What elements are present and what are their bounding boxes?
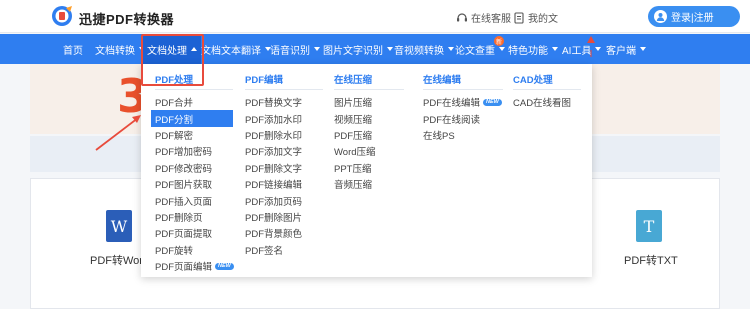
top-header: 迅捷PDF转换器 在线客服 我的文 登录|注册 bbox=[0, 0, 750, 33]
nav-home-label: 首页 bbox=[63, 45, 83, 57]
nav-speech-recognition[interactable]: 语音识别 bbox=[270, 34, 320, 64]
new-badge: NEW bbox=[483, 98, 502, 106]
new-badge: 新 bbox=[494, 36, 504, 46]
column-online-edit: 在线编辑 PDF在线编辑 NEW PDF在线阅读 在线PS bbox=[423, 72, 503, 143]
menu-item-pdf-remove-watermark[interactable]: PDF删除水印 bbox=[245, 127, 323, 143]
document-icon bbox=[514, 11, 524, 24]
menu-item-image-compress[interactable]: 图片压缩 bbox=[334, 94, 404, 110]
menu-item-video-compress[interactable]: 视频压缩 bbox=[334, 110, 404, 126]
user-icon bbox=[654, 10, 667, 23]
chevron-down-icon bbox=[640, 47, 646, 51]
my-files-label: 我的文 bbox=[528, 14, 558, 25]
menu-item-pdf-add-password[interactable]: PDF增加密码 bbox=[155, 143, 233, 159]
word-icon[interactable]: W bbox=[106, 210, 132, 242]
menu-item-audio-compress[interactable]: 音频压缩 bbox=[334, 176, 404, 192]
menu-item-pdf-link-edit[interactable]: PDF链接编辑 bbox=[245, 176, 323, 192]
column-heading: 在线压缩 bbox=[334, 72, 404, 90]
main-nav: 首页 文档转换 文档处理 文档文本翻译 语音识别 图片文字识别 音视频转换 论文… bbox=[0, 34, 750, 64]
nav-image-ocr-label: 图片文字识别 bbox=[323, 45, 383, 57]
chevron-down-icon bbox=[552, 47, 558, 51]
column-pdf-edit: PDF编辑 PDF替换文字 PDF添加水印 PDF删除水印 PDF添加文字 PD… bbox=[245, 72, 323, 258]
column-heading: 在线编辑 bbox=[423, 72, 503, 90]
menu-item-pdf-add-text[interactable]: PDF添加文字 bbox=[245, 143, 323, 159]
nav-paper-check-label: 论文查重 bbox=[455, 45, 495, 57]
column-cad-process: CAD处理 CAD在线看图 bbox=[513, 72, 581, 110]
menu-item-pdf-merge[interactable]: PDF合并 bbox=[155, 94, 233, 110]
column-pdf-process: PDF处理 PDF合并 PDF分割 PDF解密 PDF增加密码 PDF修改密码 … bbox=[151, 72, 234, 274]
new-badge: NEW bbox=[215, 262, 234, 270]
nav-special-features[interactable]: 特色功能 bbox=[508, 34, 558, 64]
nav-client-label: 客户端 bbox=[606, 45, 636, 57]
menu-item-pdf-compress[interactable]: PDF压缩 bbox=[334, 127, 404, 143]
nav-doc-convert[interactable]: 文档转换 bbox=[95, 34, 145, 64]
txt-icon[interactable]: T bbox=[636, 210, 662, 242]
menu-item-pdf-background-color[interactable]: PDF背景颜色 bbox=[245, 225, 323, 241]
nav-doc-translate-label: 文档文本翻译 bbox=[201, 45, 261, 57]
nav-client[interactable]: 客户端 bbox=[606, 34, 646, 64]
nav-ai-tools[interactable]: AI工具 bbox=[562, 34, 602, 64]
menu-item-pdf-delete-page[interactable]: PDF删除页 bbox=[155, 209, 233, 225]
chevron-down-icon bbox=[314, 47, 320, 51]
chevron-down-icon bbox=[387, 47, 393, 51]
menu-item-pdf-replace-text[interactable]: PDF替换文字 bbox=[245, 94, 323, 110]
menu-item-cad-online-view[interactable]: CAD在线看图 bbox=[513, 94, 581, 110]
menu-item-pdf-add-page-numbers[interactable]: PDF添加页码 bbox=[245, 192, 323, 208]
nav-ai-tools-label: AI工具 bbox=[562, 45, 592, 57]
menu-item-pdf-extract-pages[interactable]: PDF页面提取 bbox=[155, 225, 233, 241]
menu-item-pdf-decrypt[interactable]: PDF解密 bbox=[155, 127, 233, 143]
menu-item-ppt-compress[interactable]: PPT压缩 bbox=[334, 160, 404, 176]
app-logo-icon[interactable] bbox=[50, 5, 74, 27]
nav-doc-translate[interactable]: 文档文本翻译 bbox=[201, 34, 271, 64]
chevron-down-icon bbox=[499, 47, 505, 51]
headset-icon bbox=[457, 12, 467, 21]
menu-item-pdf-signature[interactable]: PDF签名 bbox=[245, 242, 323, 258]
nav-doc-convert-label: 文档转换 bbox=[95, 45, 135, 57]
nav-image-ocr[interactable]: 图片文字识别 bbox=[323, 34, 393, 64]
chevron-down-icon bbox=[448, 47, 454, 51]
menu-item-pdf-delete-text[interactable]: PDF删除文字 bbox=[245, 160, 323, 176]
menu-item-pdf-delete-images[interactable]: PDF删除图片 bbox=[245, 209, 323, 225]
menu-item-pdf-insert-page[interactable]: PDF插入页面 bbox=[155, 192, 233, 208]
customer-service-link[interactable]: 在线客服 bbox=[456, 10, 511, 25]
menu-item-word-compress[interactable]: Word压缩 bbox=[334, 143, 404, 159]
chevron-down-icon bbox=[595, 47, 602, 51]
annotation-highlight-box bbox=[141, 34, 204, 86]
menu-item-pdf-rotate[interactable]: PDF旋转 bbox=[155, 242, 233, 258]
card-pdf-to-txt[interactable]: PDF转TXT bbox=[624, 252, 678, 268]
nav-special-features-label: 特色功能 bbox=[508, 45, 548, 57]
login-button[interactable]: 登录|注册 bbox=[648, 6, 740, 27]
menu-item-pdf-online-read[interactable]: PDF在线阅读 bbox=[423, 110, 503, 126]
menu-item-label: PDF页面编辑 bbox=[155, 262, 213, 274]
my-files-link[interactable]: 我的文 bbox=[513, 10, 558, 25]
menu-item-pdf-page-edit[interactable]: PDF页面编辑 NEW bbox=[155, 258, 234, 274]
menu-item-pdf-add-watermark[interactable]: PDF添加水印 bbox=[245, 110, 323, 126]
menu-item-label: PDF在线编辑 bbox=[423, 98, 481, 110]
column-heading: PDF编辑 bbox=[245, 72, 323, 90]
nav-av-convert[interactable]: 音视频转换 bbox=[394, 34, 454, 64]
menu-item-pdf-split[interactable]: PDF分割 bbox=[151, 110, 233, 127]
login-label: 登录|注册 bbox=[671, 13, 714, 24]
column-online-compress: 在线压缩 图片压缩 视频压缩 PDF压缩 Word压缩 PPT压缩 音频压缩 bbox=[334, 72, 404, 192]
customer-service-label: 在线客服 bbox=[471, 14, 511, 25]
nav-home[interactable]: 首页 bbox=[55, 34, 91, 64]
brand-name[interactable]: 迅捷PDF转换器 bbox=[79, 9, 174, 28]
menu-item-pdf-change-password[interactable]: PDF修改密码 bbox=[155, 160, 233, 176]
nav-speech-recognition-label: 语音识别 bbox=[270, 45, 310, 57]
menu-item-online-ps[interactable]: 在线PS bbox=[423, 127, 503, 143]
menu-item-pdf-online-edit[interactable]: PDF在线编辑 NEW bbox=[423, 94, 503, 110]
doc-process-dropdown: PDF处理 PDF合并 PDF分割 PDF解密 PDF增加密码 PDF修改密码 … bbox=[141, 64, 592, 277]
column-heading: CAD处理 bbox=[513, 72, 581, 90]
menu-item-pdf-extract-images[interactable]: PDF图片获取 bbox=[155, 176, 233, 192]
nav-av-convert-label: 音视频转换 bbox=[394, 45, 444, 57]
